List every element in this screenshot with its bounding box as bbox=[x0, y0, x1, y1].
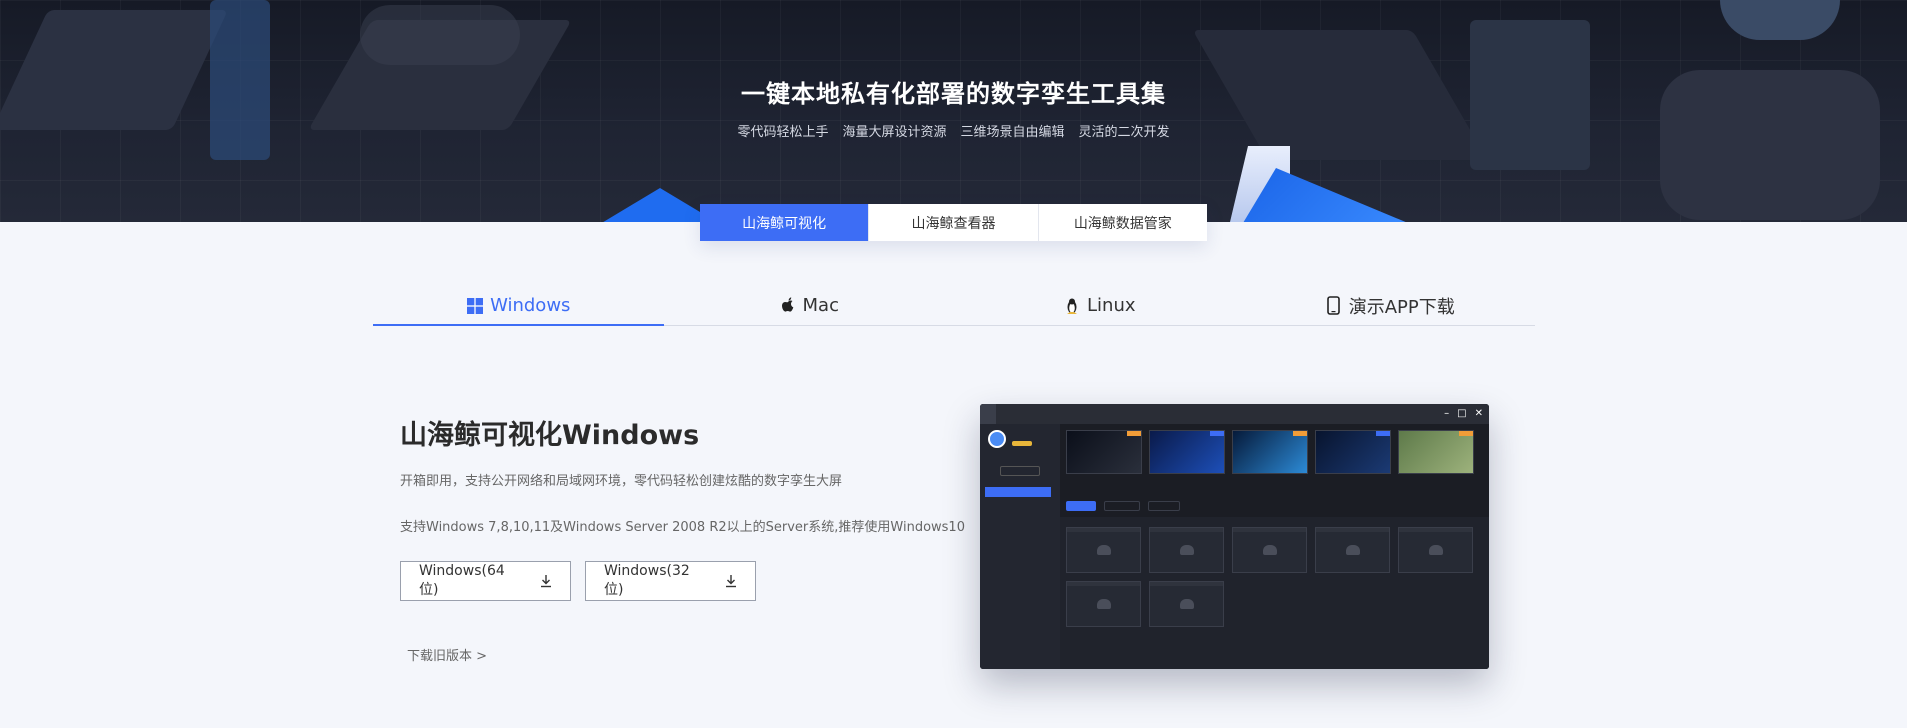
mock-sidebar bbox=[980, 424, 1060, 669]
mock-project-card bbox=[1149, 527, 1224, 573]
minimize-icon: – bbox=[1444, 408, 1450, 419]
maximize-icon: □ bbox=[1457, 408, 1467, 419]
linux-icon bbox=[1063, 297, 1081, 315]
mock-thumbnail bbox=[1398, 430, 1474, 474]
hero-feature: 三维场景自由编辑 bbox=[960, 125, 1065, 140]
mock-sidebar-item bbox=[985, 540, 1051, 550]
mock-toolbar-button bbox=[1148, 501, 1180, 511]
tab-label: 演示APP下载 bbox=[1348, 296, 1455, 318]
old-versions-link[interactable]: 下载旧版本 > bbox=[407, 645, 487, 664]
mock-project-card bbox=[1066, 581, 1141, 627]
mock-sidebar-button bbox=[1000, 466, 1040, 476]
tab-label: Linux bbox=[1087, 295, 1136, 316]
close-icon: ✕ bbox=[1474, 408, 1483, 419]
mock-project-card bbox=[1315, 527, 1390, 573]
mock-sidebar-item bbox=[985, 572, 1051, 582]
mock-thumbnail bbox=[1149, 430, 1225, 474]
mock-sidebar-item bbox=[985, 556, 1051, 566]
mock-sidebar-item bbox=[985, 502, 1051, 512]
product-tabs: 山海鲸可视化 山海鲸查看器 山海鲸数据管家 bbox=[700, 204, 1207, 241]
hero-features: 零代码轻松上手 海量大屏设计资源 三维场景自由编辑 灵活的二次开发 bbox=[0, 121, 1907, 140]
mock-thumbnail bbox=[1066, 430, 1142, 474]
mock-window-controls: – □ ✕ bbox=[1444, 407, 1483, 421]
tab-windows[interactable]: Windows bbox=[373, 286, 664, 326]
download-icon bbox=[540, 574, 552, 588]
mock-sidebar-item bbox=[985, 524, 1051, 534]
mock-sidebar-item bbox=[985, 604, 1051, 614]
mock-sidebar-item bbox=[985, 487, 1051, 497]
os-tabs: Windows Mac Linux 演示APP下载 bbox=[373, 286, 1535, 326]
mock-project-card bbox=[1398, 527, 1473, 573]
mock-titlebar: – □ ✕ bbox=[980, 404, 1489, 424]
download-icon bbox=[725, 574, 737, 588]
apple-icon bbox=[779, 296, 797, 315]
mock-tab bbox=[1012, 404, 1028, 424]
section-title: 山海鲸可视化Windows bbox=[400, 420, 700, 451]
download-64bit-label: Windows(64位) bbox=[419, 563, 505, 598]
hero-title: 一键本地私有化部署的数字孪生工具集 bbox=[741, 80, 1166, 108]
hero-feature: 海量大屏设计资源 bbox=[842, 125, 947, 140]
download-64bit-button[interactable]: Windows(64位) bbox=[400, 561, 571, 601]
product-description: 开箱即用，支持公开网络和局域网环境，零代码轻松创建炫酷的数字孪生大屏 bbox=[400, 474, 843, 489]
phone-icon bbox=[1325, 296, 1343, 315]
tab-label: Mac bbox=[802, 295, 839, 316]
tab-app[interactable]: 演示APP下载 bbox=[1245, 286, 1536, 325]
windows-icon bbox=[466, 297, 484, 315]
system-requirements: 支持Windows 7,8,10,11及Windows Server 2008 … bbox=[400, 520, 965, 535]
hero-feature: 灵活的二次开发 bbox=[1078, 125, 1170, 140]
mock-tab bbox=[996, 404, 1012, 424]
mock-project-panel bbox=[1060, 517, 1489, 669]
mock-toolbar bbox=[1066, 501, 1180, 511]
mock-sidebar-item bbox=[985, 588, 1051, 598]
hero-grid-background bbox=[0, 0, 1907, 222]
tab-viewer[interactable]: 山海鲸查看器 bbox=[869, 204, 1039, 241]
mock-thumbnail bbox=[1315, 430, 1391, 474]
mock-project-card bbox=[1066, 527, 1141, 573]
download-32bit-button[interactable]: Windows(32位) bbox=[585, 561, 756, 601]
hero-decor bbox=[360, 5, 520, 65]
mock-project-card bbox=[1232, 527, 1307, 573]
avatar bbox=[988, 430, 1006, 448]
tab-data-manager[interactable]: 山海鲸数据管家 bbox=[1039, 204, 1207, 241]
hero-feature: 零代码轻松上手 bbox=[737, 125, 829, 140]
tab-visualization[interactable]: 山海鲸可视化 bbox=[700, 204, 870, 241]
mock-badge bbox=[1012, 441, 1032, 446]
mock-main bbox=[1060, 424, 1489, 669]
tab-linux[interactable]: Linux bbox=[954, 286, 1245, 325]
download-32bit-label: Windows(32位) bbox=[604, 563, 690, 598]
mock-project-card bbox=[1149, 581, 1224, 627]
tab-label: Windows bbox=[490, 295, 571, 316]
mock-toolbar-button bbox=[1066, 501, 1096, 511]
app-screenshot: – □ ✕ bbox=[980, 404, 1489, 669]
mock-thumbnail bbox=[1232, 430, 1308, 474]
hero-banner: 一键本地私有化部署的数字孪生工具集 零代码轻松上手 海量大屏设计资源 三维场景自… bbox=[0, 0, 1907, 222]
tab-mac[interactable]: Mac bbox=[664, 286, 955, 325]
mock-tab bbox=[980, 404, 996, 424]
mock-toolbar-button bbox=[1104, 501, 1140, 511]
